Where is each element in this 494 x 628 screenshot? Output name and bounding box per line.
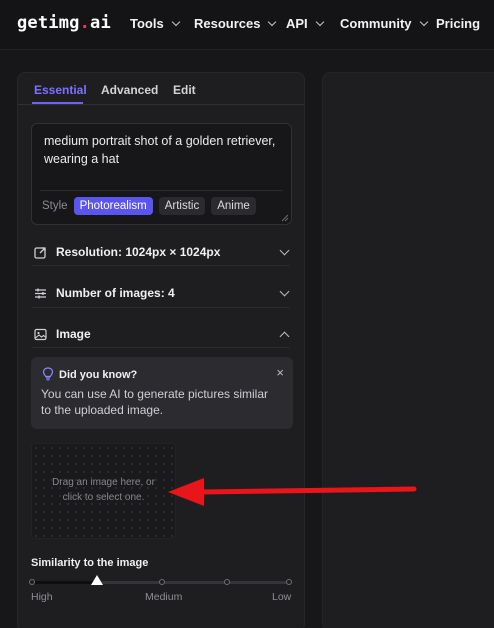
lightbulb-icon [42,367,54,381]
resize-square-icon [32,244,48,260]
resolution-label: Resolution: 1024px × 1024px [56,245,221,259]
dropzone-line-1: Drag an image here, or [52,477,155,488]
logo[interactable]: getimg.ai [17,13,111,33]
chevron-down-icon [315,17,324,26]
prompt-text[interactable]: medium portrait shot of a golden retriev… [44,132,280,168]
style-selector: Style Photorealism Artistic Anime [42,197,256,215]
number-of-images-label: Number of images: 4 [56,286,175,300]
divider [32,347,290,348]
nav-community[interactable]: Community [340,16,428,31]
chevron-down-icon [279,286,290,297]
chevron-down-icon [268,17,277,26]
similarity-label-low: Low [272,591,292,603]
number-of-images-setting[interactable]: Number of images: 4 [32,280,292,306]
slider-tick[interactable] [224,579,230,585]
tab-essential[interactable]: Essential [34,83,87,97]
image-label: Image [56,327,91,341]
nav-pricing[interactable]: Pricing [436,16,480,31]
prompt-input[interactable]: medium portrait shot of a golden retriev… [31,123,292,225]
sliders-icon [32,285,48,301]
style-label: Style [42,200,68,212]
slider-thumb[interactable] [91,575,103,585]
dropzone-line-2: click to select one. [62,492,145,503]
image-dropzone[interactable]: Drag an image here, or click to select o… [31,443,176,539]
slider-fill [31,581,97,584]
tip-title: Did you know? [59,369,138,381]
divider [32,307,290,308]
tip-body: You can use AI to generate pictures simi… [41,387,269,417]
chevron-down-icon [279,245,290,256]
similarity-label-medium: Medium [145,591,183,603]
dropzone-text: Drag an image here, or click to select o… [32,475,175,505]
slider-tick[interactable] [286,579,292,585]
slider-tick[interactable] [159,579,165,585]
resolution-setting[interactable]: Resolution: 1024px × 1024px [32,239,292,265]
top-navigation: getimg.ai Tools Resources API Community … [0,0,494,50]
style-anime[interactable]: Anime [211,197,256,215]
style-photorealism[interactable]: Photorealism [73,197,153,215]
nav-resources[interactable]: Resources [194,16,277,31]
nav-pricing-label: Pricing [436,16,481,31]
nav-community-label: Community [340,16,412,31]
slider-tick[interactable] [29,579,35,585]
logo-tld: ai [90,13,111,33]
nav-tools-label: Tools [130,16,164,31]
similarity-slider[interactable] [29,573,293,593]
nav-tools[interactable]: Tools [130,16,180,31]
image-icon [32,326,48,342]
nav-api[interactable]: API [286,16,324,31]
nav-api-label: API [286,16,308,31]
close-icon[interactable]: × [276,365,284,380]
nav-resources-label: Resources [194,16,261,31]
tab-bar: Essential Advanced Edit [18,73,304,105]
divider [32,265,290,266]
active-tab-indicator [32,102,83,104]
output-canvas [322,72,494,628]
style-artistic[interactable]: Artistic [158,197,206,215]
resize-icon[interactable] [281,214,289,222]
settings-panel: Essential Advanced Edit medium portrait … [17,72,305,628]
similarity-label-high: High [31,591,53,603]
tab-advanced[interactable]: Advanced [101,83,158,97]
chevron-up-icon [279,331,290,342]
image-setting[interactable]: Image [32,321,292,347]
logo-text: getimg [17,13,80,33]
logo-dot: . [79,13,91,33]
tab-edit[interactable]: Edit [173,83,196,97]
chevron-down-icon [419,17,428,26]
chevron-down-icon [171,17,180,26]
similarity-title: Similarity to the image [31,557,149,569]
prompt-divider [40,190,283,191]
did-you-know-tip: Did you know? × You can use AI to genera… [31,357,293,429]
